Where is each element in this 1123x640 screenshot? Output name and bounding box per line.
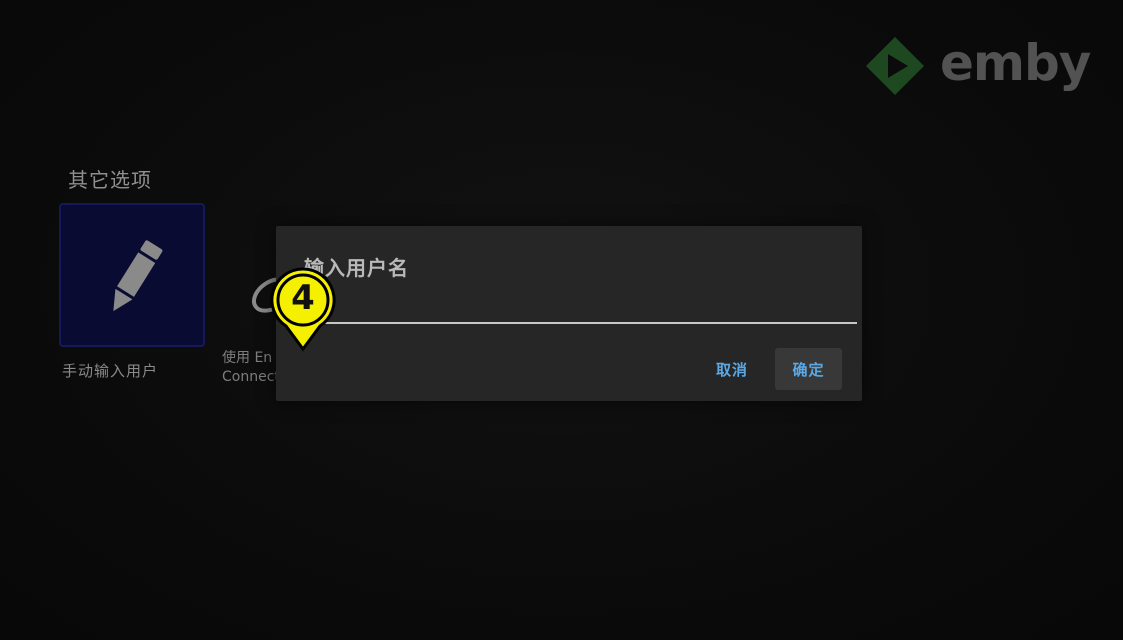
emby-logo-mark-icon (866, 37, 924, 95)
emby-logo: emby (864, 34, 1094, 98)
username-input[interactable] (304, 292, 857, 324)
step-marker: 4 (268, 265, 338, 355)
emby-logo-text: emby (940, 34, 1091, 92)
emby-connect-label-line2: Connect (222, 369, 276, 385)
pencil-icon (113, 240, 163, 312)
ok-button[interactable]: 确定 (775, 348, 842, 390)
step-number: 4 (291, 278, 315, 318)
cancel-button[interactable]: 取消 (704, 348, 760, 390)
section-title: 其它选项 (68, 168, 152, 192)
login-screen: emby 其它选项 手动输入用户 使用 En Connect 输入用户名 取消 … (0, 0, 1123, 640)
manual-login-card[interactable] (59, 203, 205, 347)
manual-login-label: 手动输入用户 (62, 362, 159, 380)
enter-username-dialog: 输入用户名 取消 确定 (276, 226, 862, 401)
